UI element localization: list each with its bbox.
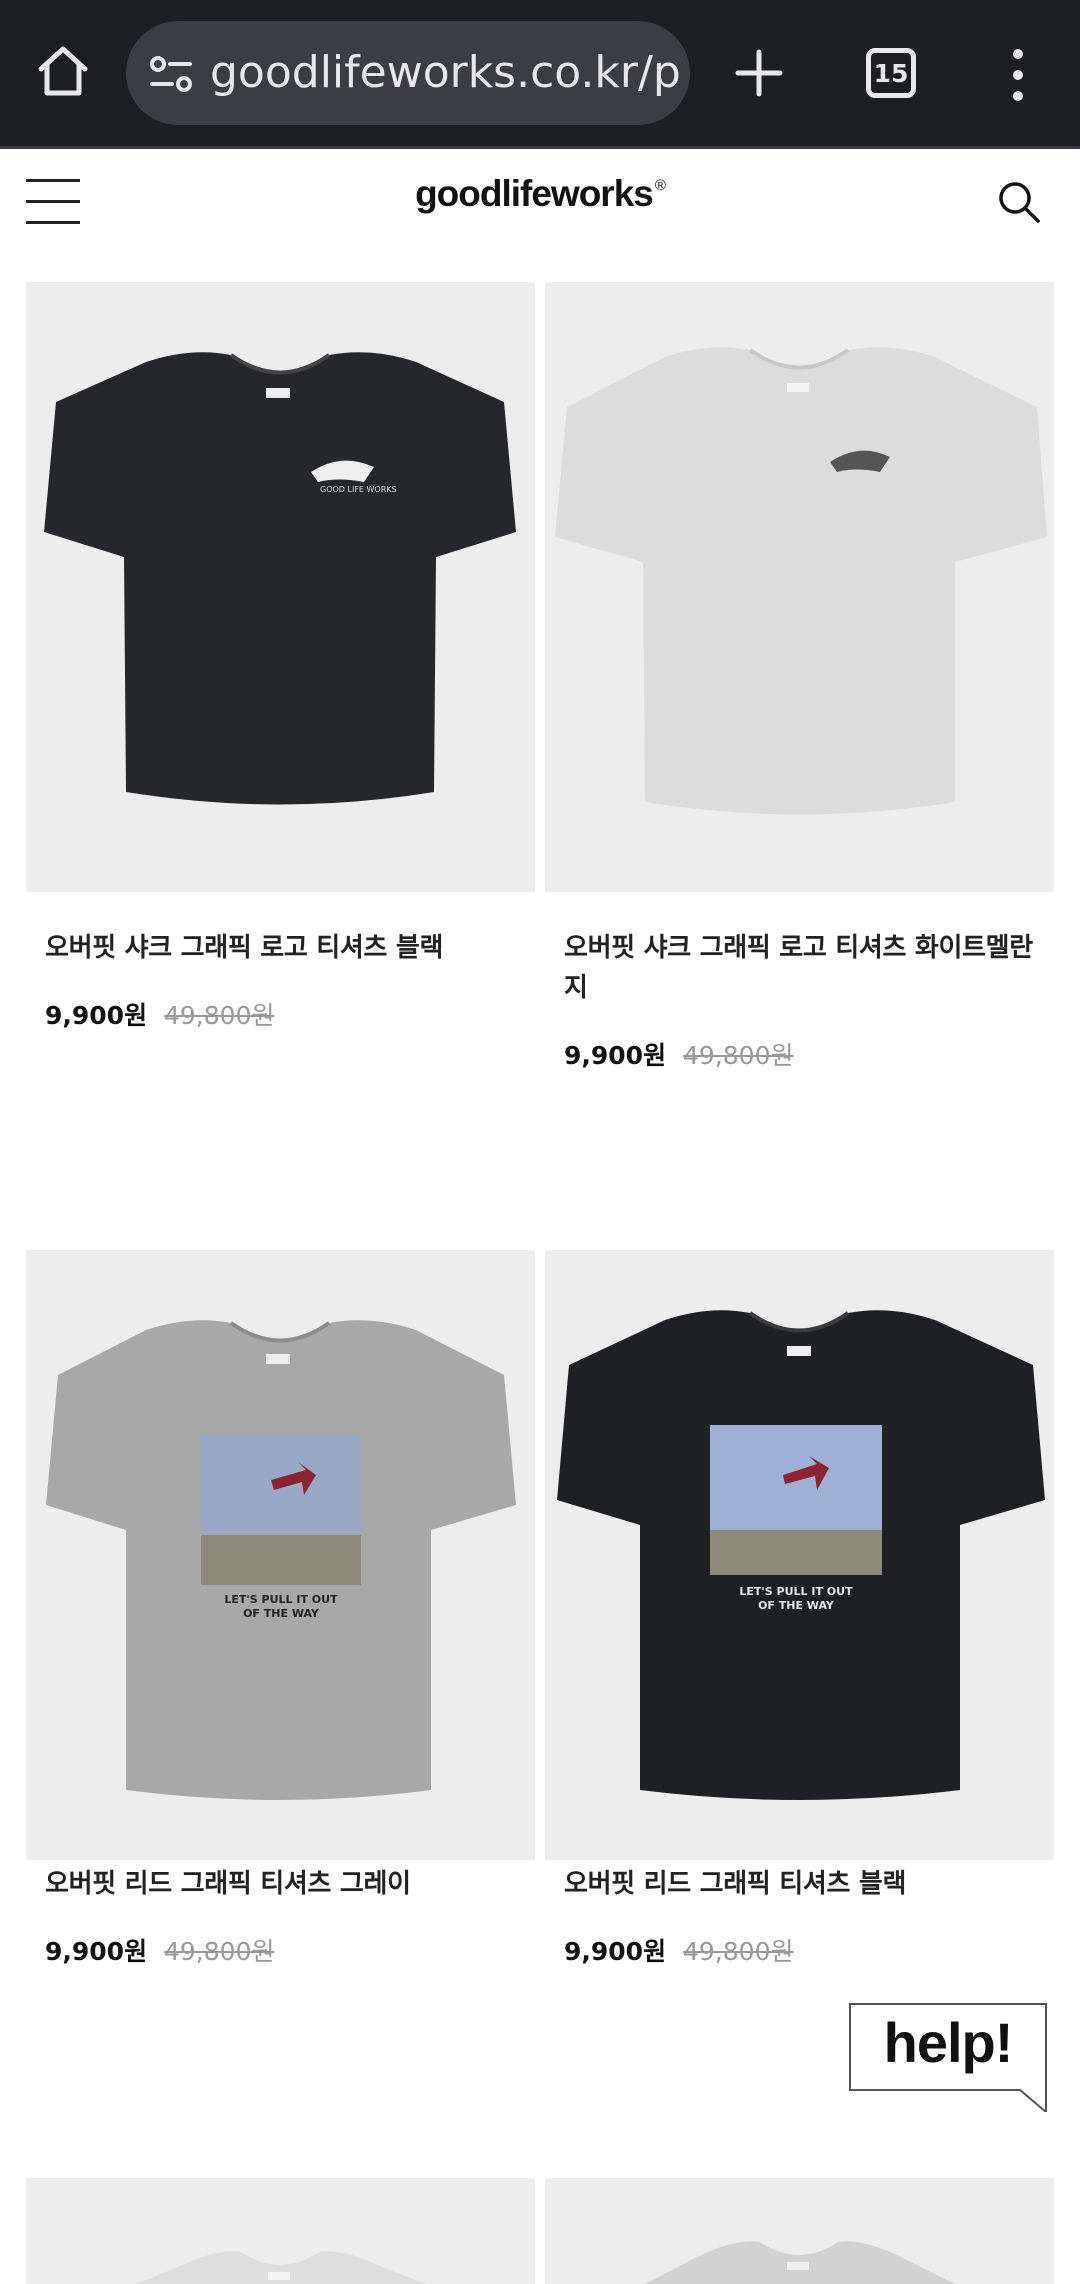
- product-image[interactable]: [545, 282, 1054, 892]
- new-tab-plus-icon[interactable]: [728, 38, 790, 108]
- print-text: LET'S PULL IT OUT: [224, 1593, 338, 1606]
- original-price: 49,800원: [683, 1937, 794, 1966]
- sale-price: 9,900원: [564, 1041, 667, 1070]
- product-name[interactable]: 오버핏 샤크 그래픽 로고 티셔츠 화이트멜란 지: [564, 928, 1034, 1008]
- original-price: 49,800원: [683, 1041, 794, 1070]
- tshirt-image: LET'S PULL IT OUT OF THE WAY: [46, 1320, 516, 1800]
- site-settings-icon[interactable]: [146, 49, 196, 99]
- product-image[interactable]: GOOD LIFE WORKS: [26, 282, 535, 892]
- address-bar[interactable]: goodlifeworks.co.kr/p: [126, 21, 690, 125]
- product-image[interactable]: LET'S PULL IT OUT OF THE WAY: [545, 1250, 1054, 1860]
- product-image[interactable]: [545, 2178, 1054, 2284]
- tshirt-image: [555, 347, 1047, 815]
- tshirt-image: GOOD LIFE WORKS: [44, 352, 516, 805]
- site-logo[interactable]: goodlifeworks ®: [0, 173, 1080, 215]
- product-image[interactable]: LET'S PULL IT OUT OF THE WAY: [26, 1250, 535, 1860]
- sale-price: 9,900원: [45, 1001, 148, 1030]
- print-text: LET'S PULL IT OUT: [739, 1585, 853, 1598]
- product-name[interactable]: 오버핏 샤크 그래픽 로고 티셔츠 블랙: [45, 928, 515, 968]
- help-button-label[interactable]: help!: [848, 2010, 1048, 2075]
- tshirt-image: [136, 2251, 426, 2284]
- site-header: goodlifeworks ®: [0, 149, 1080, 277]
- url-text[interactable]: goodlifeworks.co.kr/p: [210, 21, 680, 125]
- sale-price: 9,900원: [564, 1937, 667, 1966]
- product-image[interactable]: [26, 2178, 535, 2284]
- original-price: 49,800원: [164, 1001, 275, 1030]
- print-text: OF THE WAY: [758, 1599, 835, 1612]
- tshirt-image: [645, 2241, 955, 2284]
- svg-text:GOOD LIFE WORKS: GOOD LIFE WORKS: [320, 485, 397, 494]
- print-text: OF THE WAY: [243, 1607, 320, 1620]
- tab-switcher-icon[interactable]: 15: [866, 48, 916, 98]
- tab-count: 15: [873, 58, 909, 88]
- sale-price: 9,900원: [45, 1937, 148, 1966]
- product-name[interactable]: 오버핏 리드 그래픽 티셔츠 블랙: [564, 1864, 1034, 1904]
- search-icon[interactable]: [996, 179, 1042, 225]
- tshirt-image: LET'S PULL IT OUT OF THE WAY: [557, 1310, 1045, 1800]
- home-icon[interactable]: [30, 38, 96, 104]
- original-price: 49,800원: [164, 1937, 275, 1966]
- product-name[interactable]: 오버핏 리드 그래픽 티셔츠 그레이: [45, 1864, 515, 1904]
- more-vert-icon[interactable]: [1000, 42, 1036, 108]
